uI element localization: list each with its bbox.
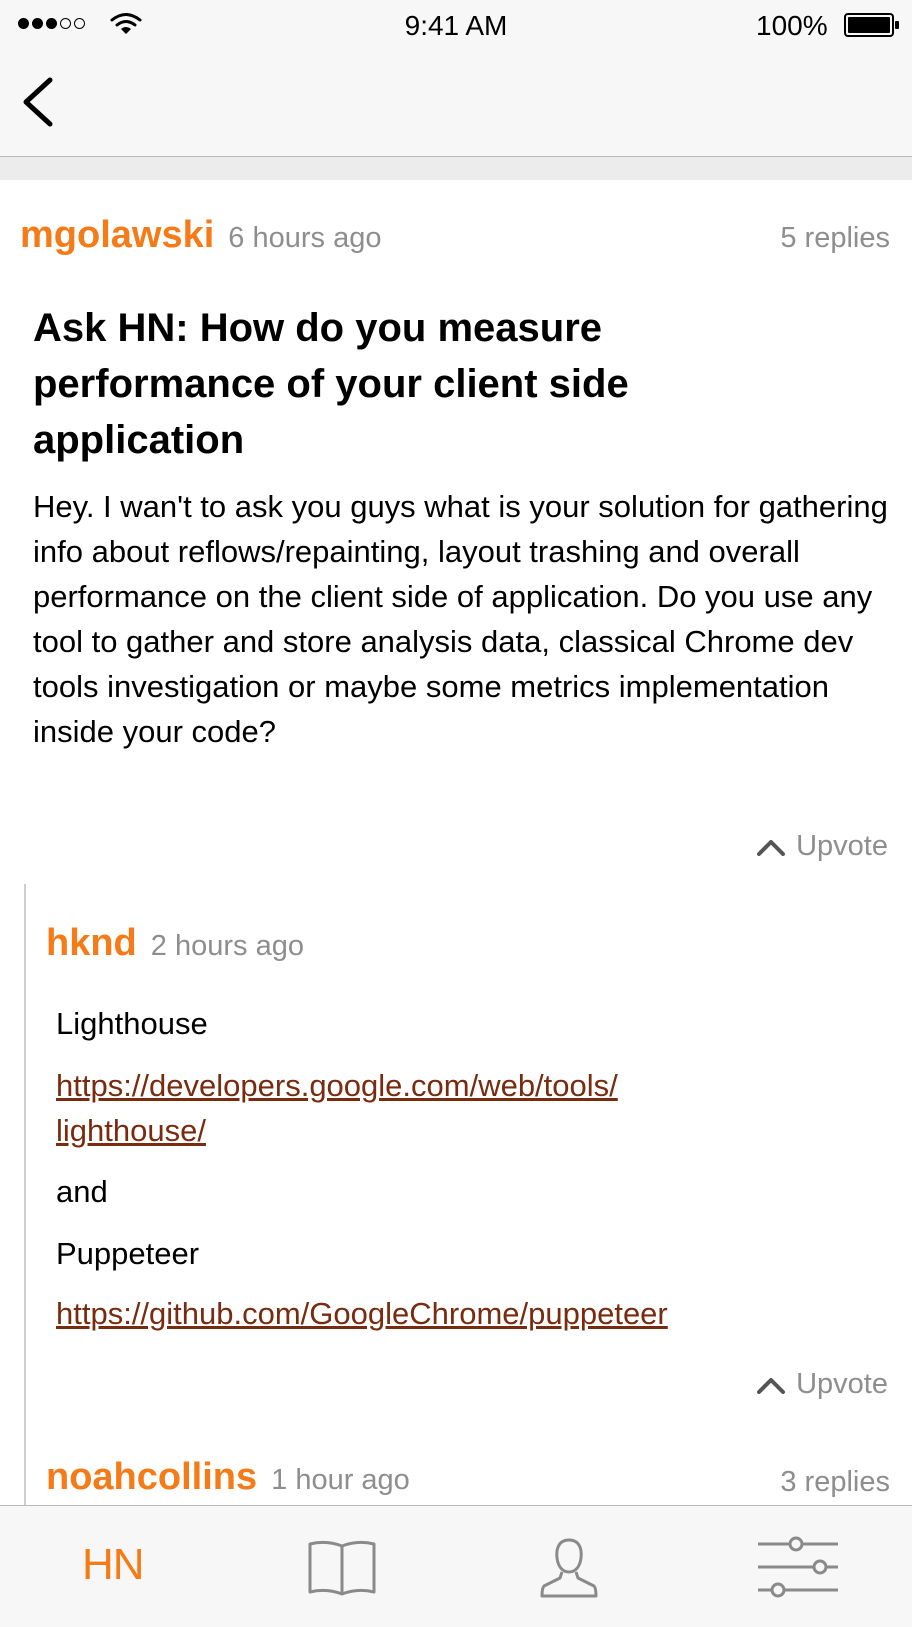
comment-header: hknd 2 hours ago — [46, 922, 304, 965]
comment-text-line: Puppeteer — [56, 1236, 200, 1271]
battery-percentage: 100% — [756, 10, 828, 41]
story-header: mgolawski 6 hours ago — [20, 214, 381, 257]
comment-time: 2 hours ago — [150, 930, 304, 962]
comment-time: 1 hour ago — [271, 1464, 410, 1496]
comment-link[interactable]: https://developers.google.com/web/tools/… — [56, 1063, 836, 1153]
back-chevron-icon[interactable] — [18, 76, 58, 128]
story-author[interactable]: mgolawski — [20, 214, 214, 257]
story-replies[interactable]: 5 replies — [780, 222, 890, 255]
comment-link-line-1[interactable]: https://developers.google.com/web/tools/ — [56, 1063, 836, 1108]
book-icon[interactable] — [306, 1538, 378, 1598]
header-separator — [0, 157, 912, 180]
story-upvote-label: Upvote — [796, 830, 888, 862]
battery-icon — [844, 13, 899, 37]
person-icon[interactable] — [540, 1536, 598, 1600]
comment-text-line: Lighthouse — [56, 1006, 208, 1041]
navigation-bar — [0, 50, 912, 157]
status-bar: 9:41 AM 100% — [0, 0, 912, 50]
story-upvote-button[interactable]: Upvote — [756, 830, 888, 863]
sliders-icon[interactable] — [756, 1536, 840, 1598]
comment-header: noahcollins 1 hour ago — [46, 1456, 410, 1499]
tab-hn[interactable]: HN — [82, 1540, 145, 1590]
comment-link-line-2[interactable]: lighthouse/ — [56, 1108, 836, 1153]
chevron-up-icon — [757, 1377, 786, 1394]
chevron-up-icon — [757, 839, 786, 856]
comment-upvote-label: Upvote — [796, 1368, 888, 1400]
story-time: 6 hours ago — [228, 222, 382, 254]
comment-replies[interactable]: 3 replies — [780, 1466, 890, 1499]
comment-upvote-button[interactable]: Upvote — [756, 1368, 888, 1401]
story-body: Hey. I wan't to ask you guys what is you… — [33, 489, 888, 749]
thread-indent-line — [24, 884, 26, 1506]
comment-author[interactable]: hknd — [46, 922, 137, 965]
comment-link[interactable]: https://github.com/GoogleChrome/puppetee… — [56, 1291, 668, 1336]
story-title: Ask HN: How do you measure performance o… — [33, 306, 629, 462]
comment-text-line: and — [56, 1174, 108, 1209]
comment-author[interactable]: noahcollins — [46, 1456, 257, 1499]
